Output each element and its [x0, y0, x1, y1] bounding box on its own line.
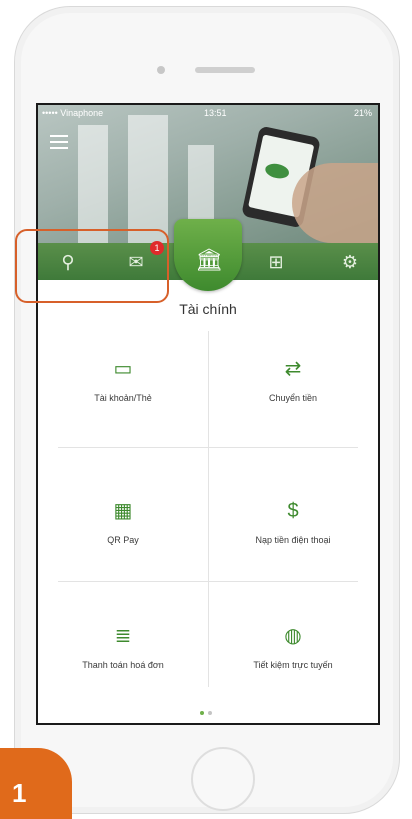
tile-online-savings[interactable]: ◍ Tiết kiệm trực tuyến	[208, 610, 378, 720]
step-number-badge: 1	[0, 748, 72, 819]
grid-icon[interactable]: ⊞	[264, 250, 288, 274]
page-dot-active[interactable]	[200, 711, 204, 715]
tile-label: Tiết kiệm trực tuyến	[253, 660, 333, 670]
tile-label: QR Pay	[107, 535, 139, 545]
tile-account-card[interactable]: ▭ Tài khoản/Thẻ	[38, 343, 208, 453]
finance-tab-shield[interactable]: 🏛	[174, 219, 242, 291]
carrier-label: ••••• Vinaphone	[42, 108, 104, 118]
bill-icon: ≣	[114, 625, 132, 647]
building-shape	[128, 115, 168, 243]
tile-label: Nạp tiền điện thoại	[255, 535, 331, 545]
section-title: Tài chính	[179, 301, 237, 317]
phone-topup-icon: $	[287, 500, 299, 522]
step-number: 1	[12, 778, 27, 808]
page-indicator	[200, 702, 220, 715]
tile-label: Thanh toán hoá đơn	[82, 660, 164, 670]
tile-bill-payment[interactable]: ≣ Thanh toán hoá đơn	[38, 610, 208, 720]
tile-label: Tài khoản/Thẻ	[94, 393, 152, 403]
camera-dot	[157, 66, 165, 74]
hero-hand-image	[292, 163, 378, 243]
battery-label: 21%	[353, 108, 372, 118]
earpiece-speaker	[195, 67, 255, 73]
tile-qr-pay[interactable]: ▦ QR Pay	[38, 485, 208, 595]
qr-icon: ▦	[113, 500, 133, 522]
page-dot[interactable]	[208, 711, 212, 715]
app-screen: ••••• Vinaphone 13:51 21% ⚲ ✉ ⊞ ⚙ 1 🏛 Tà…	[36, 103, 380, 725]
status-bar: ••••• Vinaphone 13:51 21%	[38, 105, 378, 121]
tile-phone-topup[interactable]: $ Nạp tiền điện thoại	[208, 485, 378, 595]
tutorial-highlight	[15, 229, 169, 303]
piggy-bank-icon: ◍	[284, 625, 302, 647]
tile-label: Chuyển tiền	[268, 393, 318, 403]
menu-icon[interactable]	[50, 135, 68, 149]
clock-label: 13:51	[204, 108, 227, 118]
bank-icon: 🏛	[195, 247, 223, 272]
building-shape	[78, 125, 108, 243]
gear-icon[interactable]: ⚙	[338, 250, 362, 274]
wallet-icon: ▭	[113, 358, 133, 380]
home-button[interactable]	[191, 747, 255, 811]
tile-transfer[interactable]: ⇄ Chuyển tiền	[208, 343, 378, 453]
transfer-icon: ⇄	[284, 358, 302, 380]
